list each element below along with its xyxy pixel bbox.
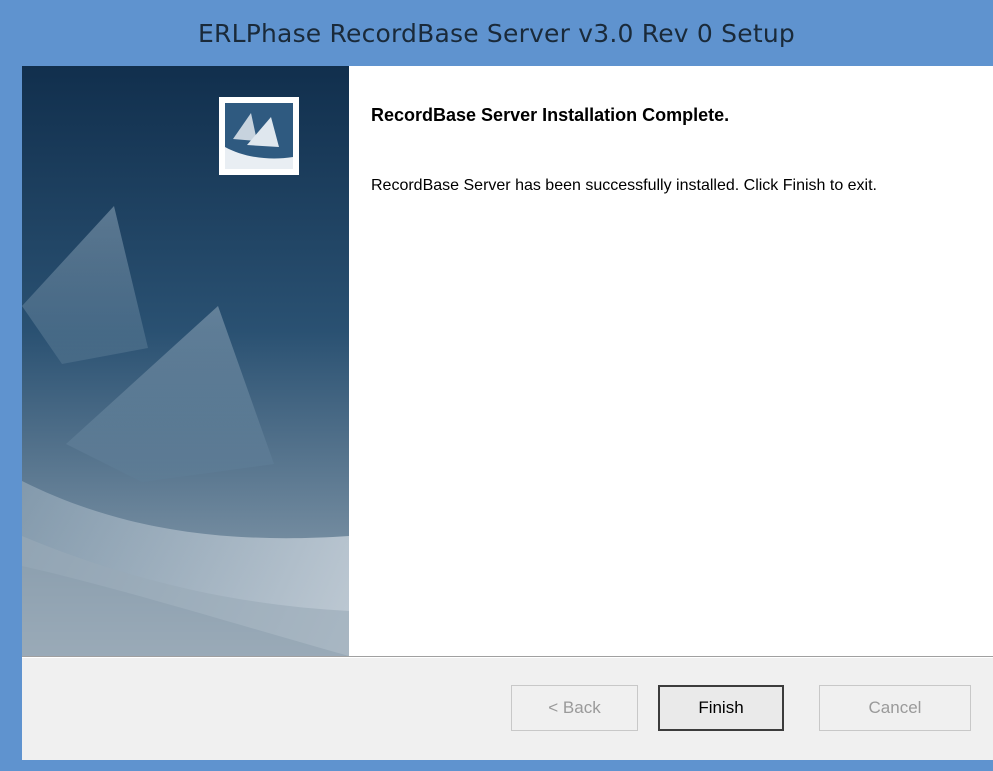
completion-panel: RecordBase Server Installation Complete.… xyxy=(371,66,991,656)
window-bottom-border xyxy=(0,760,993,771)
back-button[interactable]: < Back xyxy=(511,685,638,731)
dialog-client-area: RecordBase Server Installation Complete.… xyxy=(22,66,993,760)
installer-window: ERLPhase RecordBase Server v3.0 Rev 0 Se… xyxy=(0,0,993,771)
completion-message: RecordBase Server has been successfully … xyxy=(371,177,877,194)
page-heading: RecordBase Server Installation Complete. xyxy=(371,105,730,125)
cancel-button[interactable]: Cancel xyxy=(819,685,971,731)
side-banner-image xyxy=(22,66,349,656)
app-logo xyxy=(219,97,299,175)
button-bar: < Back Finish Cancel xyxy=(22,658,993,760)
title-bar[interactable]: ERLPhase RecordBase Server v3.0 Rev 0 Se… xyxy=(0,0,993,66)
window-title: ERLPhase RecordBase Server v3.0 Rev 0 Se… xyxy=(198,18,795,48)
finish-button[interactable]: Finish xyxy=(658,685,784,731)
